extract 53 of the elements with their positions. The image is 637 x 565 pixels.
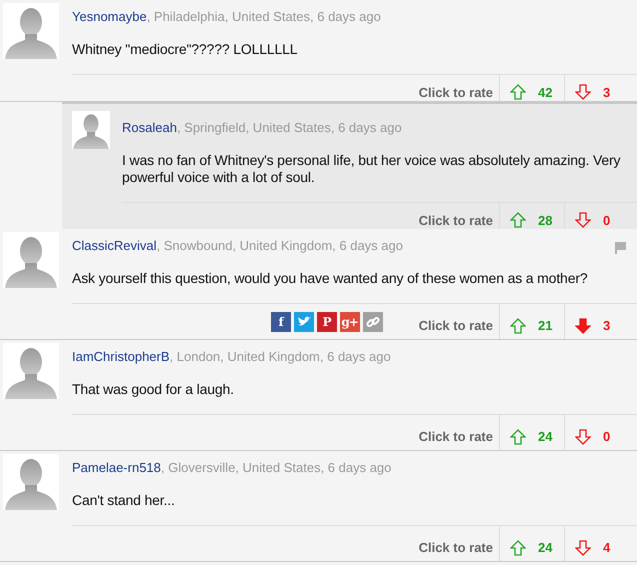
share-button[interactable]: g+	[340, 312, 360, 332]
thumbs-up-arrow-icon[interactable]	[510, 212, 526, 228]
share-button[interactable]: f	[270, 312, 291, 332]
upvote-count: 24	[538, 540, 552, 555]
thumbs-down-arrow-icon[interactable]	[575, 84, 591, 100]
author-link[interactable]: ClassicRevival	[72, 238, 157, 254]
flag-icon[interactable]	[615, 242, 626, 254]
thumbs-down-arrow-icon[interactable]	[575, 212, 591, 228]
upvote-count: 21	[538, 318, 552, 333]
comment-meta: , Philadelphia, United States, 6 days ago	[146, 9, 381, 25]
share-button[interactable]: P	[316, 312, 337, 332]
bird-share-button[interactable]	[294, 312, 314, 332]
comment-meta: , Gloversville, United States, 6 days ago	[160, 460, 392, 476]
avatar-icon	[3, 232, 59, 288]
bird-icon	[296, 316, 311, 328]
comment-text: I was no fan of Whitney's personal life, but her voice was absolutely amazing. Very powerful voice with a lot of soul.	[122, 152, 622, 186]
avatar-icon	[72, 111, 110, 149]
thumbs-up-arrow-icon[interactable]	[510, 318, 526, 334]
comment-text: That was good for a laugh.	[72, 381, 235, 398]
comment-text: Ask yourself this question, would you have wanted any of these women as a mother?	[72, 270, 588, 287]
thumbs-down-arrow-icon[interactable]	[575, 428, 591, 444]
upvote-count: 28	[538, 212, 552, 228]
downvote-count: 3	[603, 318, 610, 333]
author-link[interactable]: Yesnomaybe	[72, 9, 147, 25]
link-icon	[366, 314, 380, 328]
thumbs-up-arrow-icon[interactable]	[510, 84, 526, 100]
avatar-icon	[3, 343, 59, 399]
rate-label: Click to rate	[418, 212, 494, 228]
upvote-count: 42	[538, 84, 552, 100]
comment-text: Whitney "mediocre"????? LOLLLLLL	[72, 41, 298, 58]
avatar-icon	[3, 3, 59, 59]
rate-label: Click to rate	[418, 539, 494, 555]
author-link[interactable]: IamChristopherB	[72, 349, 170, 365]
comment-meta: , Springfield, United States, 6 days ago	[176, 120, 402, 136]
rate-label: Click to rate	[418, 428, 494, 444]
thumbs-down-arrow-icon[interactable]	[575, 318, 591, 334]
thumbs-down-arrow-icon[interactable]	[575, 540, 591, 556]
rate-label: Click to rate	[418, 317, 494, 333]
avatar-icon	[3, 454, 59, 510]
comment-text: Can't stand her...	[72, 492, 176, 509]
downvote-count: 0	[603, 429, 610, 444]
rate-label: Click to rate	[418, 84, 494, 100]
author-link[interactable]: Rosaleah	[122, 120, 177, 136]
author-link[interactable]: Pamelae-rn518	[72, 460, 161, 476]
thumbs-up-arrow-icon[interactable]	[510, 540, 526, 556]
link-share-button[interactable]	[362, 312, 383, 332]
comment-meta: , Snowbound, United Kingdom, 6 days ago	[156, 238, 403, 254]
downvote-count: 4	[603, 540, 610, 555]
comment-meta: , London, United Kingdom, 6 days ago	[170, 349, 391, 365]
downvote-count: 3	[603, 84, 610, 100]
downvote-count: 0	[603, 212, 610, 228]
thumbs-up-arrow-icon[interactable]	[510, 428, 526, 444]
upvote-count: 24	[538, 429, 552, 444]
